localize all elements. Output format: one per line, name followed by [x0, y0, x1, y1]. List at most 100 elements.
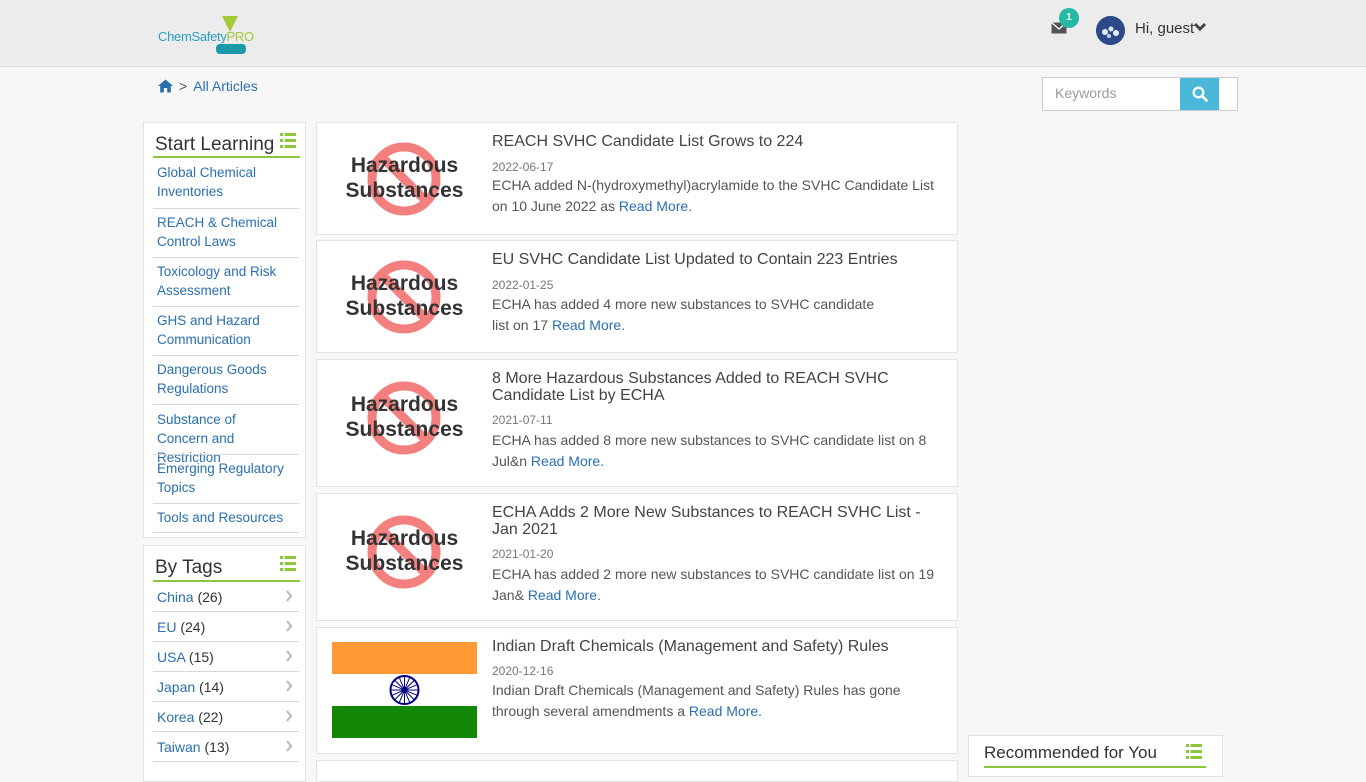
breadcrumb-separator: >: [179, 78, 188, 94]
divider: [153, 532, 299, 533]
list-icon: [280, 556, 296, 571]
tag-name: USA: [157, 649, 186, 665]
article-card: Indian Draft Chemicals (Management and S…: [316, 627, 958, 754]
divider: [153, 761, 299, 762]
tag-item-usa[interactable]: USA (15): [157, 649, 214, 665]
read-more-link[interactable]: Read More.: [528, 587, 601, 603]
chevron-right-icon: [286, 710, 293, 722]
chevron-down-icon[interactable]: [1193, 22, 1207, 32]
thumbnail-text: Hazardous Substances: [345, 393, 464, 441]
home-icon[interactable]: [158, 79, 173, 93]
divider: [153, 701, 299, 702]
article-summary: ECHA has added 8 more new substances to …: [492, 432, 927, 469]
start-learning-panel: Start Learning Global Chemical Inventori…: [143, 122, 306, 538]
sidebar-item-reach-chemical-control-laws[interactable]: REACH & Chemical Control Laws: [157, 213, 287, 251]
site-logo[interactable]: ChemSafetyPRO: [158, 14, 258, 58]
tag-item-eu[interactable]: EU (24): [157, 619, 205, 635]
chevron-right-icon: [286, 740, 293, 752]
tag-item-china[interactable]: China (26): [157, 589, 222, 605]
article-summary: ECHA added N-(hydroxymethyl)acrylamide t…: [492, 177, 934, 214]
article-title[interactable]: Indian Draft Chemicals (Management and S…: [492, 638, 932, 655]
read-more-link[interactable]: Read More.: [552, 317, 625, 333]
search-icon: [1192, 86, 1208, 102]
sidebar-item-dangerous-goods-regulations[interactable]: Dangerous Goods Regulations: [157, 360, 287, 398]
panel-underline: [153, 156, 300, 158]
article-thumbnail[interactable]: Hazardous Substances: [332, 249, 477, 345]
article-date: 2021-01-20: [492, 547, 554, 561]
sidebar-item-toxicology-risk-assessment[interactable]: Toxicology and Risk Assessment: [157, 262, 287, 300]
list-icon: [1186, 744, 1202, 759]
tag-count: (13): [204, 739, 230, 755]
article-date: 2022-01-25: [492, 278, 554, 292]
thumbnail-text: Hazardous Substances: [345, 272, 464, 320]
thumbnail-text: Hazardous Substances: [345, 154, 464, 202]
tag-item-taiwan[interactable]: Taiwan (13): [157, 739, 229, 755]
thumbnail-text: Hazardous Substances: [345, 527, 464, 575]
article-card: Hazardous Substances ECHA Adds 2 More New…: [316, 493, 958, 621]
list-icon: [280, 133, 296, 148]
tag-count: (24): [180, 619, 206, 635]
search-input[interactable]: [1043, 78, 1197, 108]
divider: [153, 503, 299, 504]
sidebar-item-ghs-hazard-communication[interactable]: GHS and Hazard Communication: [157, 311, 287, 349]
divider: [153, 355, 299, 356]
divider: [153, 404, 299, 405]
tag-count: (22): [198, 709, 224, 725]
message-count-badge: 1: [1059, 8, 1079, 28]
chevron-right-icon: [286, 680, 293, 692]
article-thumbnail[interactable]: [332, 642, 477, 738]
search-box: [1042, 77, 1238, 111]
article-date: 2022-06-17: [492, 160, 554, 174]
article-card: Hazardous Substances 8 More Hazardous Sub…: [316, 359, 958, 487]
read-more-link[interactable]: Read More.: [689, 703, 762, 719]
sidebar-item-emerging-regulatory-topics[interactable]: Emerging Regulatory Topics: [157, 459, 287, 497]
divider: [153, 671, 299, 672]
tag-count: (14): [199, 679, 224, 695]
divider: [153, 611, 299, 612]
by-tags-title: By Tags: [155, 557, 223, 578]
article-title[interactable]: EU SVHC Candidate List Updated to Contai…: [492, 251, 932, 268]
article-summary: ECHA has added 4 more new substances to …: [492, 296, 875, 333]
article-date: 2021-07-11: [492, 413, 553, 427]
breadcrumb-all-articles[interactable]: All Articles: [193, 78, 258, 94]
divider: [153, 731, 299, 732]
tag-name: Japan: [157, 679, 196, 695]
read-more-link[interactable]: Read More.: [619, 198, 692, 214]
sidebar-item-global-chemical-inventories[interactable]: Global Chemical Inventories: [157, 163, 287, 201]
user-greeting[interactable]: Hi, guest: [1135, 20, 1194, 37]
avatar-image: [1096, 16, 1125, 45]
article-thumbnail[interactable]: Hazardous Substances: [332, 370, 477, 466]
tag-name: Korea: [157, 709, 195, 725]
chevron-right-icon: [286, 620, 293, 632]
chevron-right-icon: [286, 590, 293, 602]
article-title[interactable]: REACH SVHC Candidate List Grows to 224: [492, 133, 932, 150]
search-button[interactable]: [1180, 78, 1219, 110]
tag-item-korea[interactable]: Korea (22): [157, 709, 223, 725]
article-title[interactable]: 8 More Hazardous Substances Added to REA…: [492, 370, 912, 404]
sidebar-item-tools-and-resources[interactable]: Tools and Resources: [157, 508, 287, 527]
recommended-panel: Recommended for You: [968, 735, 1223, 777]
logo-text: ChemSafetyPRO: [158, 29, 254, 44]
breadcrumb: > All Articles: [158, 78, 258, 94]
avatar[interactable]: [1096, 16, 1125, 45]
divider: [153, 454, 299, 455]
tag-name: Taiwan: [157, 739, 201, 755]
article-date: 2020-12-16: [492, 664, 554, 678]
divider: [153, 306, 299, 307]
tag-count: (15): [188, 649, 214, 665]
start-learning-title: Start Learning: [155, 134, 275, 155]
article-thumbnail[interactable]: Hazardous Substances: [332, 131, 477, 227]
india-flag-image: [332, 642, 477, 738]
divider: [153, 641, 299, 642]
read-more-link[interactable]: Read More.: [531, 453, 604, 469]
article-card: [316, 760, 958, 782]
by-tags-panel: By Tags China (26) EU (24) USA (15) Japa…: [143, 545, 306, 782]
article-title[interactable]: ECHA Adds 2 More New Substances to REACH…: [492, 504, 932, 538]
article-card: Hazardous Substances REACH SVHC Candidate…: [316, 122, 958, 235]
tag-count: (26): [197, 589, 223, 605]
divider: [153, 208, 299, 209]
article-summary: Indian Draft Chemicals (Management and S…: [492, 682, 901, 719]
tag-item-japan[interactable]: Japan (14): [157, 679, 224, 695]
article-thumbnail[interactable]: Hazardous Substances: [332, 504, 477, 600]
top-navbar: ChemSafetyPRO 1 Hi, guest: [0, 0, 1366, 67]
